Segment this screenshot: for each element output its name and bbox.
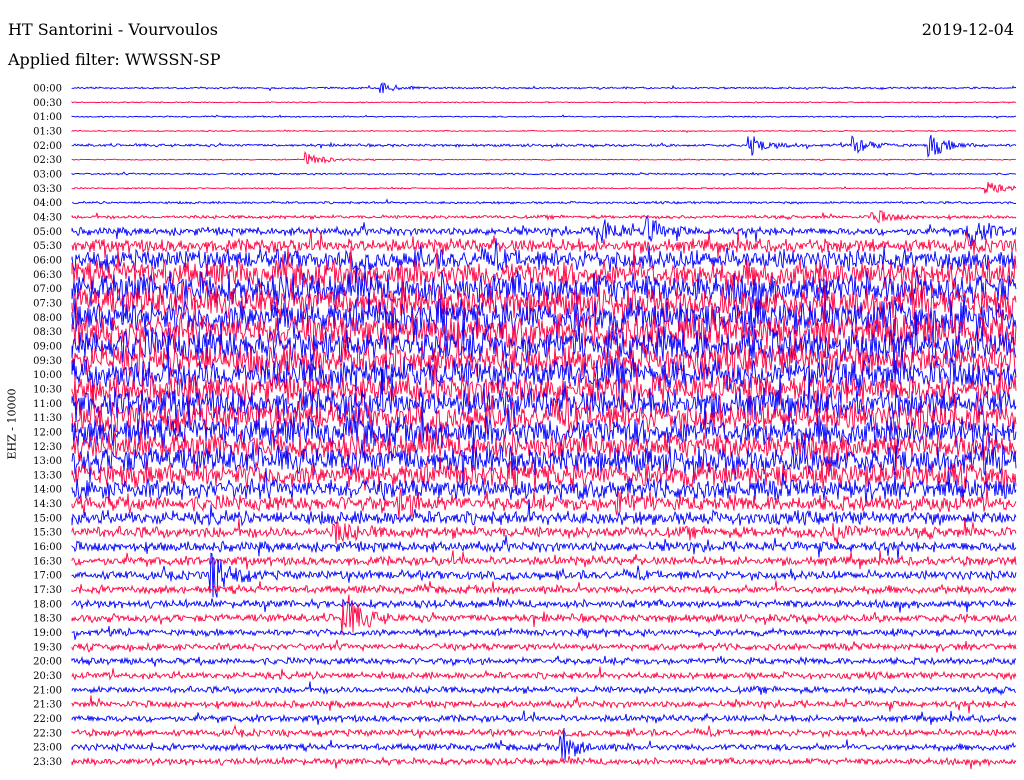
row-time-label: 16:30 xyxy=(33,556,62,567)
row-time-label: 22:00 xyxy=(33,714,62,725)
row-time-label: 21:30 xyxy=(33,700,62,711)
row-time-label: 15:00 xyxy=(33,513,62,524)
row-time-label: 18:30 xyxy=(33,614,62,625)
trace-group xyxy=(71,82,1017,770)
row-time-label: 20:30 xyxy=(33,671,62,682)
row-time-label: 00:30 xyxy=(33,98,62,109)
row-time-label: 21:00 xyxy=(33,685,62,696)
trace-row xyxy=(71,710,1017,725)
row-time-label: 01:00 xyxy=(33,112,62,123)
row-time-label: 03:30 xyxy=(33,184,62,195)
row-time-label: 23:00 xyxy=(33,743,62,754)
trace-row xyxy=(71,625,1017,640)
row-label-group: 00:00 00:30 01:00 01:30 02:00 02:30 03:00 03:30… xyxy=(33,84,62,769)
trace-row xyxy=(71,215,1017,246)
row-time-label: 11:30 xyxy=(33,413,62,424)
trace-row xyxy=(71,210,1017,223)
trace-row xyxy=(71,150,1017,165)
row-time-label: 10:30 xyxy=(33,384,62,395)
row-time-label: 05:30 xyxy=(33,241,62,252)
row-time-label: 03:00 xyxy=(33,170,62,181)
row-time-label: 14:00 xyxy=(33,485,62,496)
row-time-label: 04:00 xyxy=(33,198,62,209)
trace-row xyxy=(71,182,1017,194)
row-time-label: 13:30 xyxy=(33,470,62,481)
trace-row xyxy=(71,129,1017,134)
row-time-label: 09:00 xyxy=(33,341,62,352)
row-time-label: 12:30 xyxy=(33,442,62,453)
row-time-label: 19:30 xyxy=(33,642,62,653)
row-time-label: 20:00 xyxy=(33,657,62,668)
row-time-label: 04:30 xyxy=(33,213,62,224)
trace-row xyxy=(71,594,1017,635)
row-time-label: 06:30 xyxy=(33,270,62,281)
trace-row xyxy=(71,171,1016,177)
row-time-label: 15:30 xyxy=(33,528,62,539)
row-time-label: 12:00 xyxy=(33,427,62,438)
trace-row xyxy=(71,724,1017,739)
row-time-label: 09:30 xyxy=(33,356,62,367)
row-time-label: 02:00 xyxy=(33,141,62,152)
row-time-label: 14:30 xyxy=(33,499,62,510)
helicorder-plot: 00:00 00:30 01:00 01:30 02:00 02:30 03:00 03:30… xyxy=(33,82,1017,770)
row-time-label: 19:00 xyxy=(33,628,62,639)
trace-row xyxy=(71,655,1017,667)
trace-row xyxy=(71,681,1017,696)
row-time-label: 11:00 xyxy=(33,399,62,410)
trace-row xyxy=(71,517,1017,545)
row-time-label: 08:00 xyxy=(33,313,62,324)
row-time-label: 01:30 xyxy=(33,127,62,138)
row-time-label: 05:00 xyxy=(33,227,62,238)
row-time-label: 17:00 xyxy=(33,571,62,582)
row-time-label: 17:30 xyxy=(33,585,62,596)
row-time-label: 02:30 xyxy=(33,155,62,166)
row-time-label: 16:00 xyxy=(33,542,62,553)
trace-row xyxy=(71,534,1017,561)
trace-row xyxy=(71,755,1017,770)
row-time-label: 18:00 xyxy=(33,599,62,610)
row-time-label: 10:00 xyxy=(33,370,62,381)
trace-row xyxy=(71,666,1017,681)
trace-row xyxy=(71,134,1017,158)
row-time-label: 07:30 xyxy=(33,298,62,309)
row-time-label: 23:30 xyxy=(33,757,62,768)
row-time-label: 00:00 xyxy=(33,84,62,95)
row-time-label: 07:00 xyxy=(33,284,62,295)
row-time-label: 08:30 xyxy=(33,327,62,338)
trace-row xyxy=(71,198,1016,205)
trace-row xyxy=(71,695,1017,714)
row-time-label: 06:00 xyxy=(33,256,62,267)
trace-row xyxy=(71,82,1017,94)
row-time-label: 22:30 xyxy=(33,728,62,739)
trace-row xyxy=(71,100,1017,105)
trace-row xyxy=(71,639,1017,653)
trace-row xyxy=(71,114,1017,119)
trace-row xyxy=(71,597,1017,613)
row-time-label: 13:00 xyxy=(33,456,62,467)
